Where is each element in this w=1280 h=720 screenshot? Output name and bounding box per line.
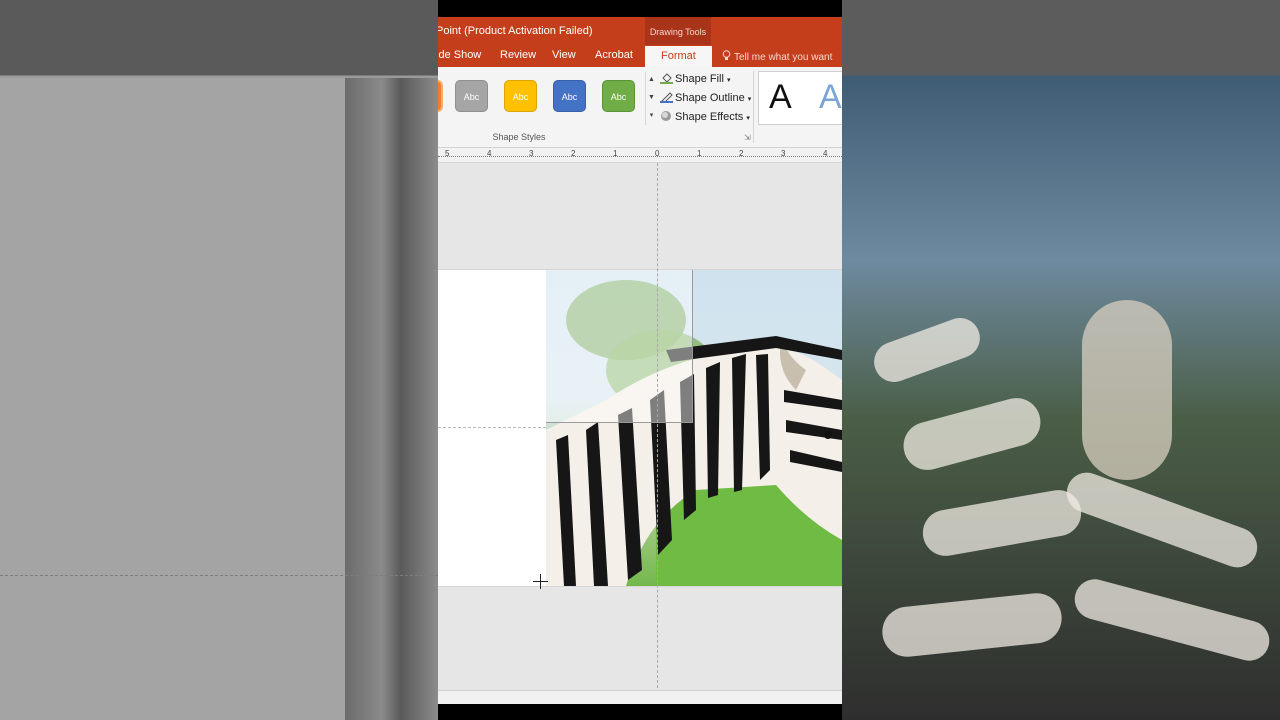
gallery-scrollbar: ▲ ▼ ▾ <box>645 72 656 125</box>
zebra-ear <box>1082 300 1172 480</box>
gallery-down-arrow-icon[interactable]: ▼ <box>647 90 656 106</box>
tell-me-label: Tell me what you want <box>734 52 833 63</box>
shape-outline-label: Shape Outline <box>675 92 745 104</box>
background-zebra-strip <box>345 78 438 720</box>
powerpoint-window: Point (Product Activation Failed) Drawin… <box>438 0 842 720</box>
tab-slide-show[interactable]: ide Show <box>438 49 481 61</box>
pen-icon <box>660 92 673 103</box>
crop-selection-region[interactable] <box>546 270 693 423</box>
ruler-number: 1 <box>697 149 702 158</box>
shape-effects-icon <box>661 111 671 121</box>
background-gray-panel <box>0 78 345 720</box>
wordart-styles-gallery[interactable]: A A <box>758 71 842 125</box>
paint-bucket-icon <box>660 73 673 84</box>
tell-me-search[interactable]: Tell me what you want <box>722 50 832 63</box>
shape-style-swatch-partial[interactable] <box>438 80 443 112</box>
gallery-up-arrow-icon[interactable]: ▲ <box>647 72 656 88</box>
drawing-tools-context-label: Drawing Tools <box>645 17 711 45</box>
tab-review[interactable]: Review <box>500 49 536 61</box>
tab-view[interactable]: View <box>552 49 576 61</box>
shape-effects-dropdown-icon: ▾ <box>746 115 750 122</box>
ruler-number: 0 <box>655 149 660 158</box>
shape-style-swatch-gold[interactable]: Abc <box>504 80 537 112</box>
ruler-number: 2 <box>739 149 744 158</box>
shape-styles-group-label: Shape Styles <box>492 132 546 142</box>
bottom-letterbox <box>438 704 842 720</box>
shape-outline-dropdown-icon: ▾ <box>747 96 752 103</box>
ruler-number: 2 <box>571 149 576 158</box>
shape-effects-label: Shape Effects <box>675 111 744 123</box>
zebra-stripe <box>1070 574 1274 666</box>
background-right-blur <box>842 0 1280 720</box>
shape-fill-button[interactable]: Shape Fill ▾ <box>660 72 731 85</box>
smart-guide-horizontal <box>438 427 546 428</box>
dialog-launcher-icon[interactable]: ⇲ <box>744 133 751 142</box>
ribbon-group-separator <box>753 71 754 143</box>
ruler-number: 3 <box>529 149 534 158</box>
shape-style-swatch-gray[interactable]: Abc <box>455 80 488 112</box>
zebra-stripe <box>1061 467 1263 573</box>
ruler-number: 4 <box>487 149 492 158</box>
shape-effects-button[interactable]: Shape Effects ▾ <box>660 110 750 123</box>
background-left-blur <box>0 0 438 720</box>
status-bar <box>438 690 842 705</box>
wordart-sample-black[interactable]: A <box>769 78 792 117</box>
window-title: Point (Product Activation Failed) <box>438 25 593 37</box>
zebra-stripe <box>879 590 1065 660</box>
tab-format[interactable]: Format <box>645 46 712 67</box>
lightbulb-icon <box>722 50 731 60</box>
wordart-sample-blue[interactable]: A <box>819 78 842 117</box>
background-guide-line <box>0 575 438 576</box>
zebra-picture[interactable] <box>546 270 842 586</box>
shape-outline-button[interactable]: Shape Outline ▾ <box>660 91 751 104</box>
title-bar: Point (Product Activation Failed) Drawin… <box>438 17 842 45</box>
ribbon-format: Abc Abc Abc Abc ▲ ▼ ▾ Shape Fill ▾ Shape… <box>438 67 842 148</box>
ribbon-tab-row: ide Show Review View Acrobat Format Tell… <box>438 45 842 67</box>
shape-fill-dropdown-icon: ▾ <box>726 77 731 84</box>
horizontal-ruler: 5 4 3 2 1 0 1 2 3 4 <box>438 148 842 163</box>
tab-acrobat[interactable]: Acrobat <box>595 49 633 61</box>
shape-fill-label: Shape Fill <box>675 73 724 85</box>
shape-style-swatch-green[interactable]: Abc <box>602 80 635 112</box>
ruler-number: 1 <box>613 149 618 158</box>
smart-guide-vertical <box>657 163 658 688</box>
zebra-stripe <box>868 312 986 388</box>
ruler-number: 5 <box>445 149 450 158</box>
shape-style-swatch-blue[interactable]: Abc <box>553 80 586 112</box>
slide[interactable] <box>438 270 842 586</box>
gallery-more-icon[interactable]: ▾ <box>647 108 656 124</box>
crosshair-cursor-icon <box>533 574 548 589</box>
zebra-stripe <box>898 392 1046 476</box>
top-letterbox <box>438 0 842 17</box>
ruler-number: 3 <box>781 149 786 158</box>
zebra-stripe <box>919 486 1085 560</box>
ruler-number: 4 <box>823 149 828 158</box>
